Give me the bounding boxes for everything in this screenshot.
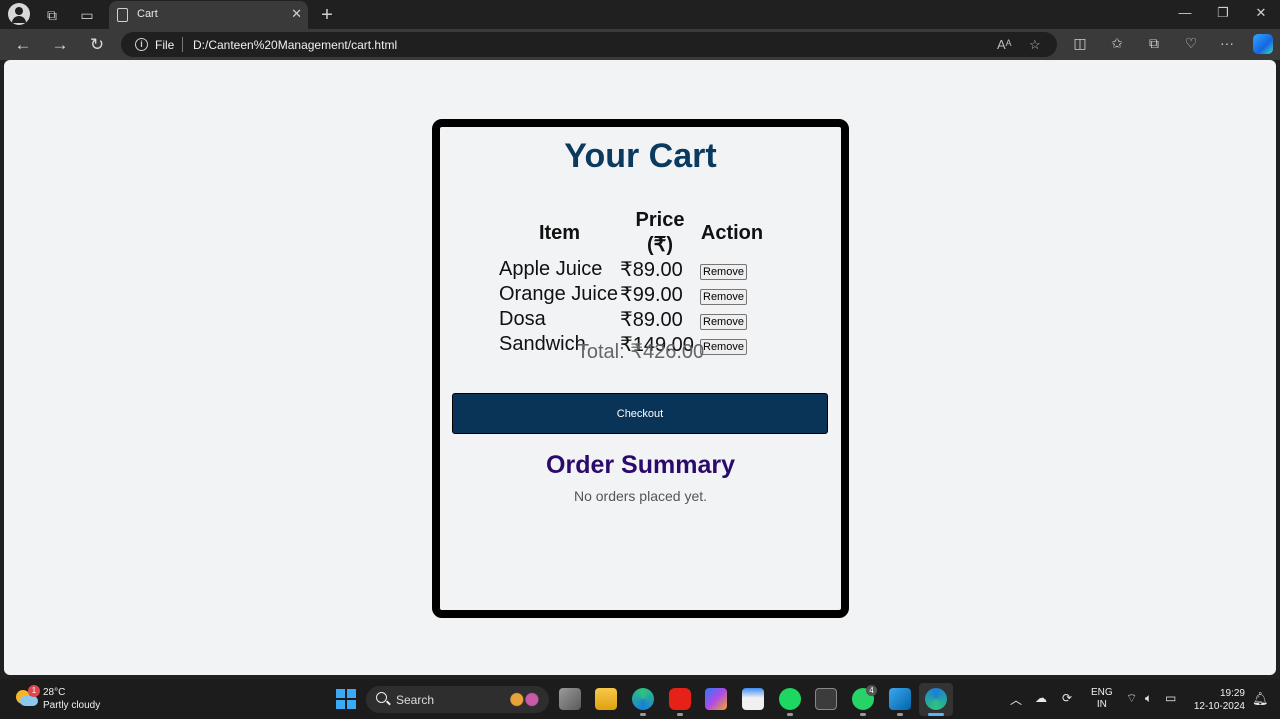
active-indicator [928, 713, 944, 716]
column-header-price: Price (₹) [635, 209, 685, 256]
column-header-action: Action [700, 221, 764, 244]
cloud-icon [20, 696, 38, 706]
action-cell: Remove [700, 282, 764, 307]
volume-icon[interactable]: 🔈︎ [1145, 691, 1152, 706]
start-icon[interactable] [336, 689, 356, 709]
item-name: Apple Juice [499, 258, 603, 280]
workspaces-icon[interactable]: ⧉ [41, 4, 63, 26]
action-cell: Remove [700, 257, 764, 282]
language-indicator[interactable]: ENG IN [1091, 687, 1113, 711]
search-placeholder: Search [396, 693, 435, 707]
vscode-icon[interactable] [889, 688, 911, 710]
address-scheme-label: File [155, 38, 175, 52]
show-hidden-icons-icon[interactable]: ︿ [1010, 691, 1022, 708]
running-indicator [787, 713, 793, 716]
remove-button[interactable]: Remove [700, 314, 747, 330]
page-title: Your Cart [564, 137, 717, 175]
running-indicator [897, 713, 903, 716]
restore-icon[interactable]: ❐ [1213, 5, 1233, 21]
tab-actions-icon[interactable]: ▭ [76, 4, 98, 26]
minimize-icon[interactable]: — [1175, 5, 1195, 20]
clock-time: 19:29 [1219, 688, 1245, 699]
remove-button[interactable]: Remove [700, 289, 747, 305]
favorites-icon[interactable]: ✩ [1107, 35, 1127, 52]
browser-essentials-icon[interactable]: ♡ [1181, 35, 1201, 52]
youtube-icon[interactable] [669, 688, 691, 710]
profile-icon[interactable] [8, 3, 30, 25]
copilot-icon[interactable] [1253, 34, 1273, 54]
terminal-icon[interactable] [815, 688, 837, 710]
search-icon [376, 692, 387, 703]
split-screen-icon[interactable]: ◫ [1070, 35, 1090, 52]
column-header-item: Item [538, 221, 581, 244]
address-divider [182, 37, 183, 52]
remove-button[interactable]: Remove [700, 264, 747, 280]
item-price: ₹89.00 [620, 259, 683, 281]
read-aloud-icon[interactable]: Aᴬ [997, 37, 1012, 52]
taskbar-search[interactable]: Search [366, 686, 549, 713]
forward-icon[interactable]: → [49, 34, 71, 56]
running-indicator [860, 713, 866, 716]
edge-icon[interactable] [925, 688, 947, 710]
sync-icon[interactable]: ⟳ [1062, 691, 1072, 705]
address-bar[interactable]: i File D:/Canteen%20Management/cart.html… [121, 32, 1057, 57]
tab-cart[interactable]: Cart ✕ [109, 1, 308, 29]
language-code: ENG [1091, 687, 1113, 698]
item-name: Dosa [499, 308, 546, 330]
order-summary-empty-text: No orders placed yet. [573, 488, 708, 504]
store-icon[interactable] [742, 688, 764, 710]
item-name: Orange Juice [499, 283, 618, 305]
weather-condition[interactable]: Partly cloudy [43, 700, 100, 711]
battery-icon[interactable]: ▭ [1165, 691, 1176, 705]
whatsapp-badge: 4 [866, 685, 877, 696]
favorite-star-icon[interactable]: ☆ [1029, 37, 1041, 53]
notification-bell-icon[interactable]: 🔔︎ [1252, 691, 1269, 707]
close-tab-icon[interactable]: ✕ [291, 6, 302, 22]
table-row: Dosa ₹89.00 Remove [499, 307, 764, 332]
network-status-icon[interactable]: ☁ [1035, 691, 1047, 705]
address-url[interactable]: D:/Canteen%20Management/cart.html [193, 38, 397, 52]
search-highlight-icon [506, 691, 542, 708]
region-code: IN [1096, 699, 1107, 710]
tab-title: Cart [137, 8, 158, 20]
cart-table: Item Price (₹) Action Apple Juice ₹89.00… [499, 209, 764, 357]
checkout-button[interactable]: Checkout [452, 393, 828, 434]
browser-titlebar: ⧉ ▭ Cart ✕ + — ❐ ✕ [0, 0, 1280, 29]
weather-badge: 1 [28, 685, 40, 697]
copilot-app-icon[interactable] [705, 688, 727, 710]
page-viewport: Your Cart Item Price (₹) Action Apple Ju… [4, 60, 1276, 675]
action-cell: Remove [700, 307, 764, 332]
info-icon[interactable]: i [135, 38, 148, 51]
order-summary-title: Order Summary [546, 451, 735, 479]
new-tab-icon[interactable]: + [316, 4, 338, 26]
collections-icon[interactable]: ⧉ [1144, 35, 1164, 52]
back-icon[interactable]: ← [12, 34, 34, 56]
clock[interactable]: 19:29 12-10-2024 [1190, 687, 1245, 713]
table-header-row: Item Price (₹) Action [499, 209, 764, 257]
wifi-icon[interactable]: ⌔ [1126, 691, 1137, 706]
weather-icon[interactable]: 1 [16, 685, 40, 709]
close-window-icon[interactable]: ✕ [1251, 5, 1271, 21]
file-explorer-icon[interactable] [595, 688, 617, 710]
cart-total: Total: ₹426.00 [576, 341, 705, 363]
running-indicator [640, 713, 646, 716]
item-price: ₹99.00 [620, 284, 683, 306]
task-view-icon[interactable] [559, 688, 581, 710]
edge-profile-icon[interactable] [632, 688, 654, 710]
more-menu-icon[interactable]: ··· [1217, 35, 1237, 51]
clock-date: 12-10-2024 [1193, 701, 1245, 712]
weather-temperature[interactable]: 28°C [43, 687, 65, 698]
windows-taskbar: 1 28°C Partly cloudy Search 4 ︿ ☁ ⟳ ENG … [0, 679, 1280, 719]
refresh-icon[interactable]: ↻ [86, 34, 108, 56]
browser-toolbar: ← → ↻ i File D:/Canteen%20Management/car… [0, 29, 1280, 60]
running-indicator [677, 713, 683, 716]
item-price: ₹89.00 [620, 309, 683, 331]
page-icon [117, 8, 128, 22]
table-row: Apple Juice ₹89.00 Remove [499, 257, 764, 282]
spotify-icon[interactable] [779, 688, 801, 710]
cart-card: Your Cart Item Price (₹) Action Apple Ju… [432, 119, 849, 618]
table-row: Orange Juice ₹99.00 Remove [499, 282, 764, 307]
